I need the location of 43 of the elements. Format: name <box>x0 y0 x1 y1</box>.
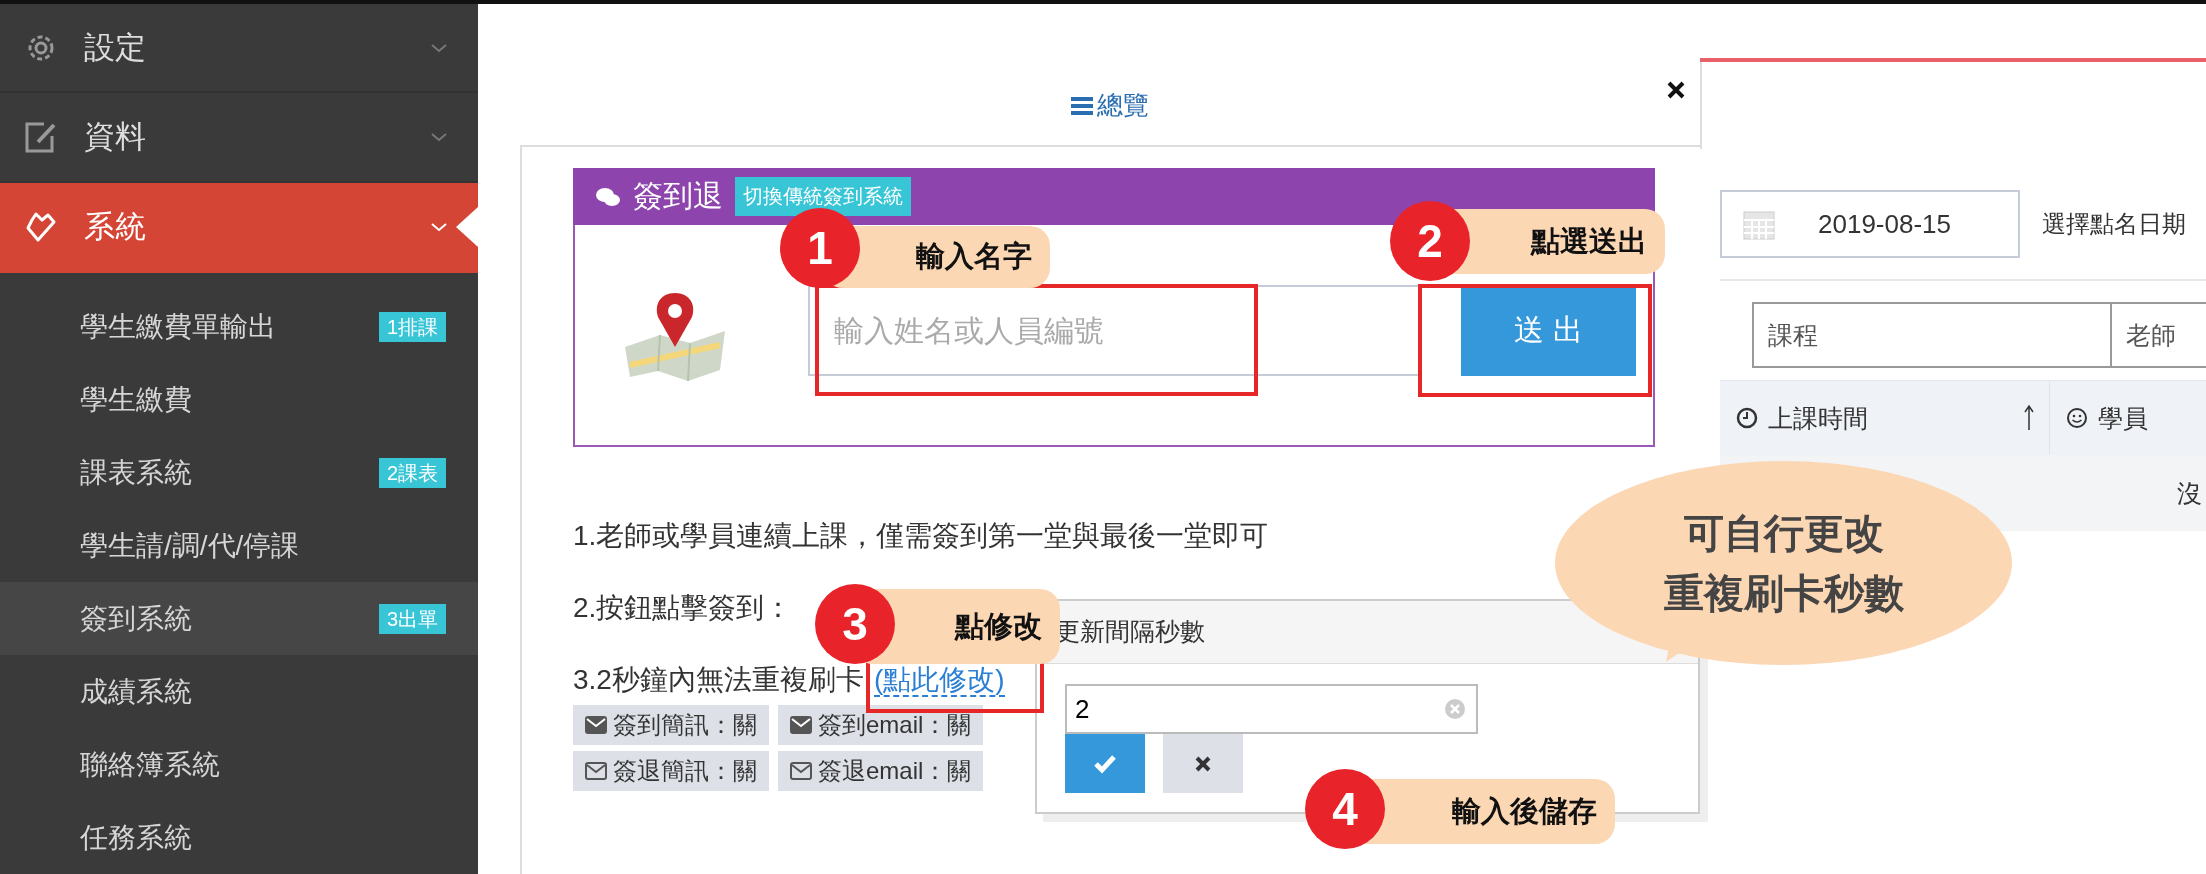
close-icon <box>1194 754 1212 773</box>
tab[interactable]: 總覽 <box>1071 88 1149 123</box>
status-tag[interactable]: 簽到簡訊：關 <box>573 705 769 745</box>
empty-message: 沒 <box>2177 477 2202 509</box>
menu-icon <box>1071 95 1093 116</box>
close-icon[interactable] <box>1666 80 1686 100</box>
submenu-item[interactable]: 成績系統 <box>0 655 478 728</box>
menu-badge: 1排課 <box>378 311 446 342</box>
menu-badge: 3出單 <box>378 603 446 634</box>
date-label: 選擇點名日期 <box>2042 209 2186 239</box>
submenu-item[interactable]: 學生請/調/代/停課 <box>0 509 478 582</box>
submenu-item[interactable]: 任務系統 <box>0 801 478 874</box>
submenu-item[interactable]: 課表系統 2課表 <box>0 436 478 509</box>
callout-text: 可自行更改 <box>1683 510 1884 557</box>
card-title: 簽到退 <box>633 178 723 214</box>
cancel-button[interactable] <box>1163 734 1243 793</box>
envelope-icon <box>790 716 812 734</box>
step-number: 3 <box>815 584 895 664</box>
submenu-item[interactable]: 簽到系統 3出單 <box>0 582 478 655</box>
envelope-icon <box>790 762 812 780</box>
selection-pointer <box>456 206 478 247</box>
envelope-icon <box>585 762 607 780</box>
sidebar-item[interactable]: 系統 <box>0 182 478 273</box>
edit-icon <box>24 120 58 154</box>
check-icon <box>1093 753 1117 774</box>
clock-icon <box>1736 407 1758 429</box>
status-tag[interactable]: 簽退email：關 <box>778 751 984 791</box>
instruction-text: 2.按鈕點擊簽到： <box>573 591 793 625</box>
submenu-item[interactable]: 學生繳費 <box>0 363 478 436</box>
submenu-item[interactable]: 聯絡簿系統 <box>0 728 478 801</box>
status-tag[interactable]: 簽退簡訊：關 <box>573 751 769 791</box>
chat-icon <box>595 185 621 208</box>
name-input[interactable]: 輸入姓名或人員編號 <box>808 285 1421 376</box>
menu-badge: 2課表 <box>378 457 446 488</box>
submenu-item[interactable]: 學生繳費單輸出 1排課 <box>0 290 478 363</box>
confirm-button[interactable] <box>1065 734 1145 793</box>
seconds-input[interactable]: 2 <box>1065 684 1478 734</box>
envelope-icon <box>585 716 607 734</box>
column-header[interactable]: 學員 <box>2050 381 2162 455</box>
date-field[interactable]: 2019-08-15 <box>1720 190 2020 258</box>
status-tag[interactable]: 簽到email：關 <box>778 705 984 745</box>
instruction-text: 1.老師或學員連續上課，僅需簽到第一堂與最後一堂即可 <box>573 519 1269 553</box>
smiley-icon <box>2066 407 2088 429</box>
